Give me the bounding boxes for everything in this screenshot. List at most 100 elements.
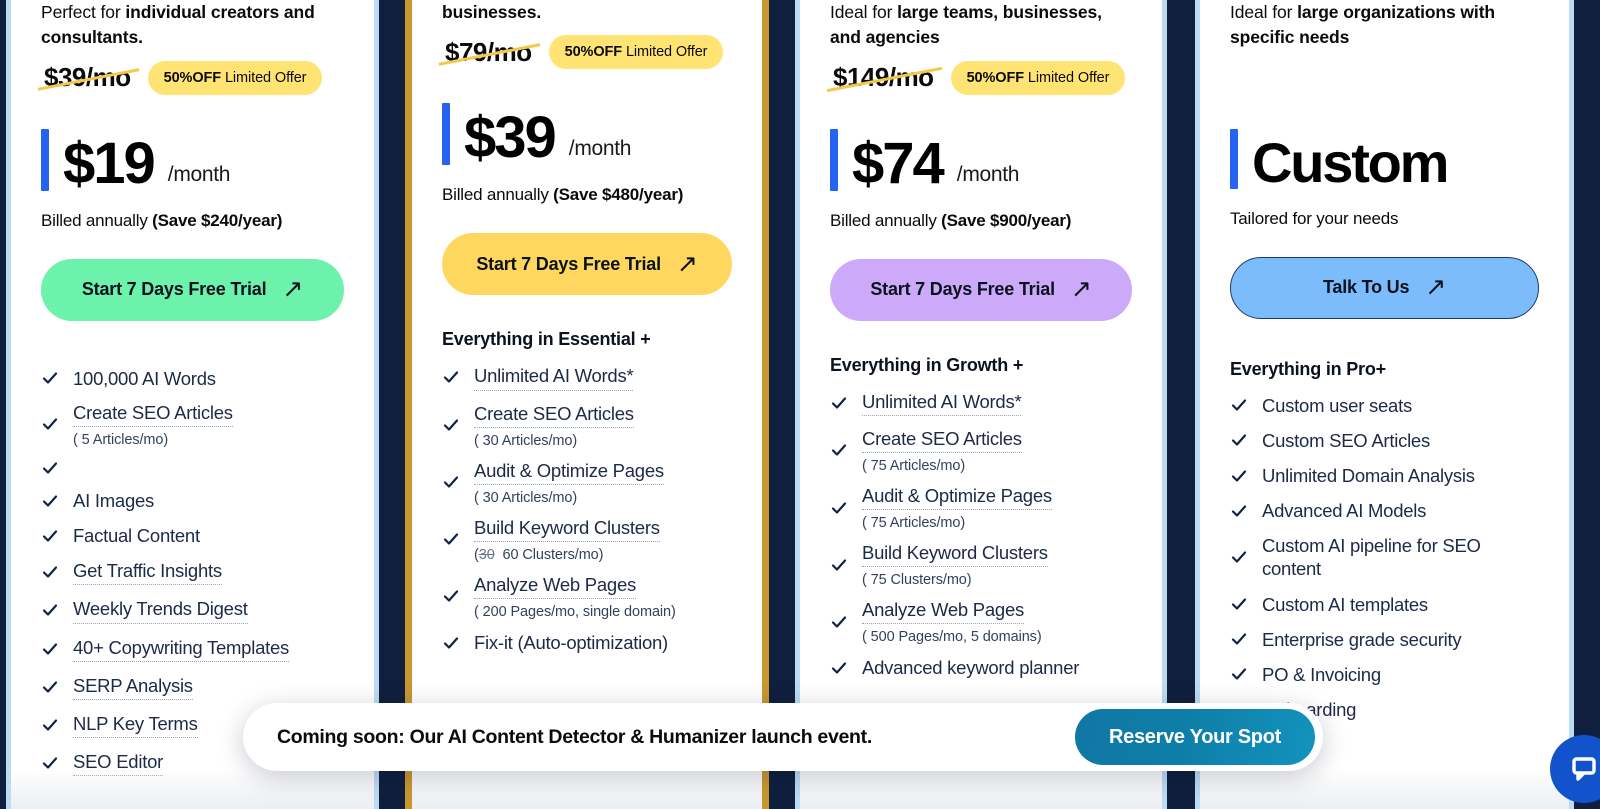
feature-text-group: Analyze Web Pages ( 200 Pages/mo, single …	[474, 573, 676, 620]
plan-card-enterprise: Ideal for large organizations with speci…	[1200, 0, 1569, 809]
check-icon	[442, 416, 460, 434]
price-row: $19 /month	[41, 128, 344, 192]
check-icon	[830, 441, 848, 459]
feature-label[interactable]: Audit & Optimize Pages	[474, 459, 664, 485]
check-icon	[442, 587, 460, 605]
feature-label[interactable]: Get Traffic Insights	[73, 559, 222, 586]
feature-item: Build Keyword Clusters (30 60 Clusters/mo…	[442, 511, 732, 568]
start-trial-button-essential[interactable]: Start 7 Days Free Trial ↗	[41, 258, 344, 321]
feature-item: Custom user seats	[1230, 388, 1539, 423]
reserve-spot-button[interactable]: Reserve Your Spot	[1075, 709, 1315, 765]
feature-label: Custom AI pipeline for SEO content	[1262, 535, 1481, 580]
feature-item: Analyze Web Pages ( 200 Pages/mo, single …	[442, 568, 732, 625]
check-icon	[442, 473, 460, 491]
discount-badge: 50%OFF Limited Offer	[548, 35, 724, 70]
feature-label[interactable]: Create SEO Articles	[73, 401, 233, 427]
feature-item: Audit & Optimize Pages ( 75 Articles/mo)	[830, 479, 1132, 536]
feature-item: Weekly Trends Digest	[41, 591, 344, 629]
feature-label[interactable]: Weekly Trends Digest	[73, 597, 248, 624]
plan-tagline: Perfect for individual creators and cons…	[41, 2, 315, 48]
feature-sublabel: ( 200 Pages/mo, single domain)	[474, 604, 676, 620]
feature-label[interactable]: Build Keyword Clusters	[474, 516, 660, 542]
plan-tagline: businesses.	[442, 2, 542, 22]
check-icon	[830, 659, 848, 677]
feature-label: Advanced keyword planner	[862, 657, 1080, 679]
feature-label[interactable]: Create SEO Articles	[474, 402, 634, 428]
price-period: /month	[568, 137, 632, 161]
feature-label: Unlimited Domain Analysis	[1262, 465, 1475, 486]
feature-item: SERP Analysis	[41, 668, 344, 706]
feature-label[interactable]: 40+ Copywriting Templates	[73, 636, 289, 662]
check-icon	[41, 492, 59, 510]
discount-badge: 50%OFF Limited Offer	[147, 60, 323, 95]
price-accent-bar	[1230, 128, 1238, 189]
feature-label[interactable]: Analyze Web Pages	[862, 598, 1024, 625]
feature-text-group: Create SEO Articles ( 30 Articles/mo)	[474, 402, 634, 449]
check-icon	[1230, 431, 1248, 449]
old-price: $79/mo	[442, 37, 535, 68]
feature-label: 100,000 AI Words	[73, 367, 216, 389]
billed-note: Tailored for your needs	[1230, 208, 1399, 228]
check-icon	[442, 530, 460, 548]
plan-columns: Perfect for individual creators and cons…	[0, 0, 1600, 809]
check-icon	[830, 499, 848, 517]
feature-label[interactable]: SEO Editor	[73, 750, 163, 776]
feature-item: Unlimited AI Words*	[442, 358, 732, 396]
feature-item: Audit & Optimize Pages ( 30 Articles/mo)	[442, 454, 732, 511]
rail-gold-right	[762, 0, 769, 809]
feature-label[interactable]: Unlimited AI Words*	[862, 390, 1022, 416]
price-amount: Custom	[1252, 130, 1449, 194]
billed-note: Billed annually (Save $480/year)	[442, 185, 684, 205]
check-icon	[1230, 502, 1248, 520]
rail-lightblue-3	[1162, 0, 1167, 809]
plan-tagline: Ideal for large organizations with speci…	[1230, 2, 1496, 48]
feature-label[interactable]: Analyze Web Pages	[474, 573, 636, 599]
check-icon	[41, 459, 59, 477]
arrow-up-right-icon: ↗	[676, 249, 698, 278]
feature-sublabel: ( 75 Clusters/mo)	[862, 572, 972, 589]
old-price-row: $79/mo 50%OFF Limited Offer	[442, 35, 732, 70]
feature-label[interactable]: Create SEO Articles	[862, 427, 1022, 453]
start-trial-button-growth[interactable]: Start 7 Days Free Trial ↗	[442, 233, 732, 296]
feature-sublabel: ( 5 Articles/mo)	[73, 432, 169, 448]
feature-label[interactable]: Build Keyword Clusters	[862, 541, 1048, 568]
feature-label[interactable]: NLP Key Terms	[73, 712, 198, 738]
feature-label: Custom SEO Articles	[1262, 429, 1430, 451]
announcement-banner: Coming soon: Our AI Content Detector & H…	[243, 703, 1323, 771]
gutter-2-3	[762, 0, 800, 809]
feature-label: Factual Content	[73, 525, 200, 547]
check-icon	[442, 368, 460, 386]
feature-label[interactable]: SERP Analysis	[73, 674, 193, 700]
start-trial-button-pro[interactable]: Start 7 Days Free Trial ↗	[830, 258, 1132, 321]
price-period: /month	[956, 162, 1020, 186]
check-icon	[830, 556, 848, 574]
check-icon	[1230, 595, 1248, 613]
check-icon	[41, 563, 59, 581]
cta-label: Start 7 Days Free Trial	[81, 279, 267, 300]
price-row: $74 /month	[830, 128, 1132, 192]
check-icon	[41, 640, 59, 658]
features-header: Everything in Growth +	[830, 354, 1024, 375]
feature-item: Create SEO Articles ( 75 Articles/mo)	[830, 422, 1132, 479]
feature-text-group: Analyze Web Pages ( 500 Pages/mo, 5 domai…	[862, 598, 1042, 645]
feature-label: Enterprise grade security	[1262, 628, 1462, 650]
feature-text-group: Create SEO Articles ( 75 Articles/mo)	[862, 427, 1022, 474]
feature-item: Advanced keyword planner	[830, 650, 1132, 685]
feature-item: Get Traffic Insights	[41, 553, 344, 591]
feature-sublabel: ( 75 Articles/mo)	[862, 515, 966, 532]
check-icon	[41, 716, 59, 734]
feature-label[interactable]: Unlimited AI Words*	[474, 364, 634, 391]
feature-label[interactable]: Audit & Optimize Pages	[862, 484, 1052, 511]
feature-text-group: Create SEO Articles ( 5 Articles/mo)	[73, 401, 233, 448]
talk-to-us-button[interactable]: Talk To Us ↗	[1230, 256, 1539, 319]
feature-label: Advanced AI Models	[1262, 500, 1427, 522]
pricing-page: Perfect for individual creators and cons…	[0, 0, 1600, 809]
announcement-text: Coming soon: Our AI Content Detector & H…	[277, 725, 872, 748]
feature-label: Custom AI templates	[1262, 593, 1428, 615]
feature-item: Unlimited AI Words*	[830, 384, 1132, 422]
plan-card-pro: Ideal for large teams, businesses, and a…	[800, 0, 1162, 809]
check-icon	[41, 601, 59, 619]
sub-strikethrough: 30	[478, 546, 495, 563]
check-icon	[1230, 665, 1248, 683]
feature-item: Custom SEO Articles	[1230, 423, 1539, 458]
